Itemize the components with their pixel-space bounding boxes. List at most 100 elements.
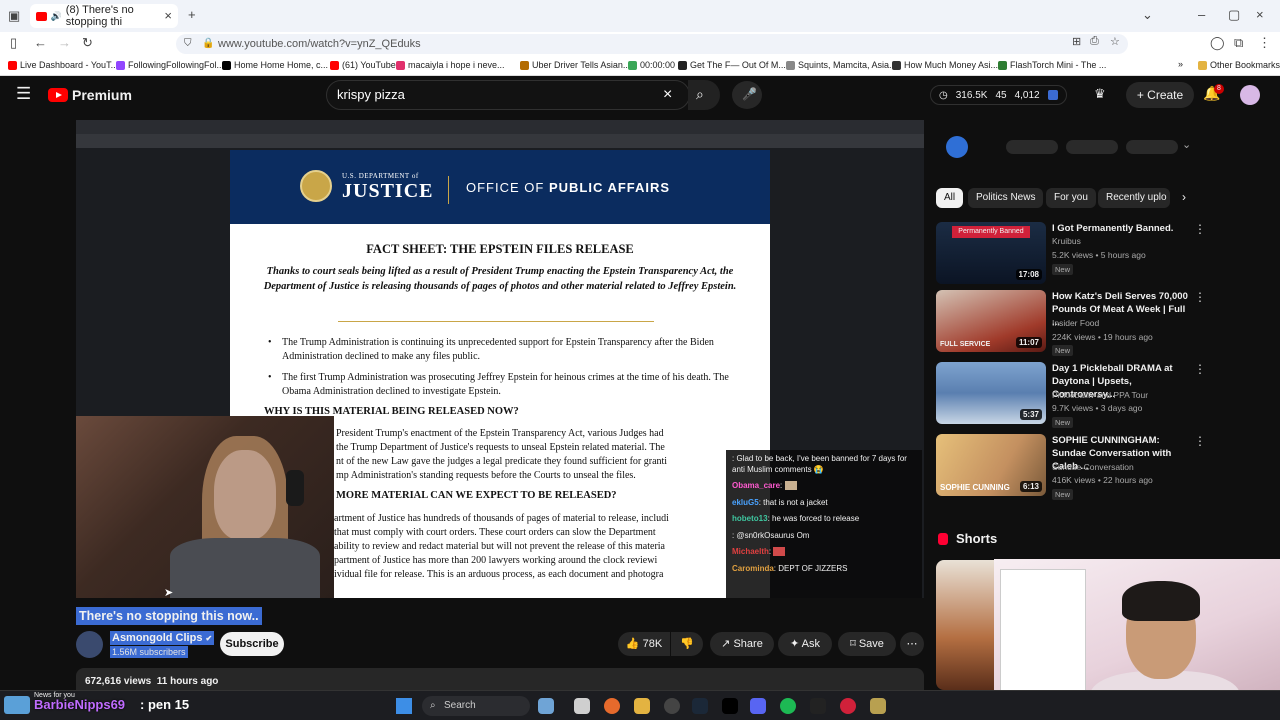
tab-title: (8) There's no stopping thi <box>65 4 134 28</box>
recommendation-item[interactable]: SOPHIE CUNNING 6:13 SOPHIE CUNNINGHAM: S… <box>936 434 1206 500</box>
save-button[interactable]: ⌑ Save <box>838 632 896 656</box>
x-app-icon[interactable] <box>722 698 738 714</box>
spotify-icon[interactable] <box>780 698 796 714</box>
widgets-icon[interactable] <box>538 698 554 714</box>
recommendation-item[interactable]: Permanently Banned 17:08 I Got Permanent… <box>936 222 1206 286</box>
hamburger-menu-icon[interactable]: ☰ <box>16 84 31 104</box>
more-options-icon[interactable]: ⋮ <box>1194 434 1206 448</box>
chevron-down-icon[interactable]: ⌄ <box>1182 138 1191 151</box>
voice-search-button[interactable]: 🎤 <box>732 81 762 109</box>
new-tab-icon[interactable]: + <box>188 7 196 22</box>
extension-slot[interactable] <box>1066 140 1118 154</box>
app-icon[interactable] <box>870 698 886 714</box>
chip-politics-news[interactable]: Politics News <box>968 188 1044 208</box>
audio-icon[interactable]: 🔊 <box>51 11 62 22</box>
dislike-button[interactable]: 👎 <box>671 632 703 656</box>
page-info-icon[interactable]: ⛉ <box>184 34 192 54</box>
rec-channel[interactable]: Insider Food <box>1052 318 1099 328</box>
rec-channel[interactable]: Kruibus <box>1052 236 1081 246</box>
bookmark-star-icon[interactable]: ☆ <box>1110 35 1120 48</box>
subscribe-button[interactable]: Subscribe <box>220 632 284 656</box>
save-page-icon[interactable]: ⎙ <box>1090 35 1099 48</box>
sidebar-toggle-icon[interactable]: ▯ <box>10 35 17 51</box>
app-icon[interactable] <box>840 698 856 714</box>
video-thumbnail[interactable]: SOPHIE CUNNING 6:13 <box>936 434 1046 496</box>
browser-tab-active[interactable]: 🔊 (8) There's no stopping thi × <box>30 4 178 28</box>
bookmark-item[interactable]: Home Home Home, c... <box>222 60 328 70</box>
chip-recently-uploaded[interactable]: Recently uplo <box>1098 188 1170 208</box>
avatar[interactable] <box>1240 85 1260 105</box>
terminal-icon[interactable] <box>810 698 826 714</box>
bookmark-item[interactable]: FollowingFollowingFol... <box>116 60 224 70</box>
windows-start-icon[interactable] <box>396 698 412 714</box>
video-player[interactable]: U.S. DEPARTMENT of JUSTICE OFFICE OF PUB… <box>76 120 924 598</box>
ask-button[interactable]: ✦ Ask <box>778 632 832 656</box>
chip-all[interactable]: All <box>936 188 964 208</box>
trophy-icon[interactable]: ♛ <box>1094 86 1106 102</box>
doc-line: that must comply with court orders. Thes… <box>334 527 656 538</box>
menu-icon[interactable]: ⋮ <box>1258 35 1271 51</box>
video-thumbnail[interactable]: Permanently Banned 17:08 <box>936 222 1046 284</box>
more-bookmarks-icon[interactable]: » <box>1178 59 1183 69</box>
bookmark-item[interactable]: How Much Money Asi... <box>892 60 998 70</box>
chevron-right-icon[interactable]: › <box>1182 190 1186 204</box>
rec-channel[interactable]: Sundae Conversation <box>1052 462 1134 472</box>
task-view-icon[interactable] <box>574 698 590 714</box>
clear-search-icon[interactable]: × <box>663 81 672 109</box>
search-button[interactable]: ⌕ <box>688 80 720 110</box>
firefox-icon[interactable] <box>604 698 620 714</box>
section-heading: MORE MATERIAL CAN WE EXPECT TO BE RELEAS… <box>336 490 617 501</box>
maximize-icon[interactable]: ▢ <box>1228 7 1240 23</box>
minimize-icon[interactable]: – <box>1198 7 1205 22</box>
bookmark-item[interactable]: Uber Driver Tells Asian... <box>520 60 630 70</box>
news-widget-icon[interactable] <box>4 696 30 714</box>
discord-icon[interactable] <box>750 698 766 714</box>
mouse-cursor-icon: ➤ <box>164 587 174 598</box>
tab-list-icon[interactable]: ⌄ <box>1142 7 1153 23</box>
bookmark-item[interactable]: Get The F— Out Of M... <box>678 60 786 70</box>
video-thumbnail[interactable]: FULL SERVICE 11:07 <box>936 290 1046 352</box>
chip-for-you[interactable]: For you <box>1046 188 1096 208</box>
more-options-icon[interactable]: ⋮ <box>1194 362 1206 376</box>
extension-slot[interactable] <box>1126 140 1178 154</box>
like-button[interactable]: 👍 78K <box>618 632 670 656</box>
create-button[interactable]: + Create <box>1126 82 1194 108</box>
profile-icon[interactable]: ◯ <box>1210 35 1225 51</box>
install-app-icon[interactable]: ⊞ <box>1072 35 1081 48</box>
more-actions-button[interactable]: ⋯ <box>900 632 924 656</box>
close-window-icon[interactable]: × <box>1256 7 1264 22</box>
video-thumbnail[interactable]: 5:37 <box>936 362 1046 424</box>
rec-channel[interactable]: Pickleballtv and PPA Tour <box>1052 390 1148 400</box>
youtube-logo[interactable]: Premium <box>48 87 132 103</box>
channel-name[interactable]: Asmongold Clips ✔ <box>110 631 215 645</box>
extension-logo-icon[interactable] <box>946 136 968 158</box>
share-button[interactable]: ↗ Share <box>710 632 774 656</box>
close-tab-icon[interactable]: × <box>164 8 172 23</box>
tab-actions-icon[interactable]: ▣ <box>8 8 20 24</box>
recommendation-item[interactable]: 5:37 Day 1 Pickleball DRAMA at Daytona |… <box>936 362 1206 428</box>
bookmark-item[interactable]: macaiyla i hope i neve... <box>396 60 505 70</box>
file-explorer-icon[interactable] <box>634 698 650 714</box>
steam-icon[interactable] <box>692 698 708 714</box>
extension-slot[interactable] <box>1006 140 1058 154</box>
reload-icon[interactable]: ↻ <box>82 35 93 51</box>
obs-icon[interactable] <box>664 698 680 714</box>
extensions-icon[interactable]: ⧉ <box>1234 35 1243 51</box>
channel-avatar[interactable] <box>76 631 103 658</box>
taskbar-search[interactable]: ⌕ Search <box>422 696 530 716</box>
other-bookmarks[interactable]: Other Bookmarks <box>1198 60 1280 70</box>
more-options-icon[interactable]: ⋮ <box>1194 290 1206 304</box>
bookmark-item[interactable]: Squints, Mamcita, Asia... <box>786 60 897 70</box>
search-input[interactable]: krispy pizza × <box>326 80 690 110</box>
bookmark-item[interactable]: 00:00:00 <box>628 60 675 70</box>
shorts-icon <box>938 533 948 545</box>
forward-icon[interactable]: → <box>58 35 71 50</box>
bookmark-item[interactable]: (61) YouTube <box>330 60 396 70</box>
back-icon[interactable]: ← <box>34 35 47 50</box>
more-options-icon[interactable]: ⋮ <box>1194 222 1206 236</box>
bookmark-item[interactable]: Live Dashboard - YouT... <box>8 60 118 70</box>
recommendation-item[interactable]: FULL SERVICE 11:07 How Katz's Deli Serve… <box>936 290 1206 356</box>
address-bar[interactable]: ⛉ 🔒 www.youtube.com/watch?v=ynZ_QEduks <box>176 34 1128 54</box>
extension-stats[interactable]: ◷ 316.5K 45 4,012 <box>930 85 1067 105</box>
bookmark-item[interactable]: FlashTorch Mini - The ... <box>998 60 1106 70</box>
